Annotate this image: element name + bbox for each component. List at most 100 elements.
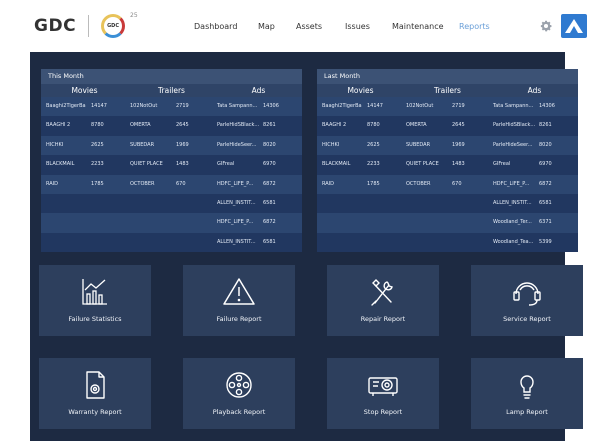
trailer-count-cell: 1483 [452,161,465,168]
trailer-name-cell [404,194,452,213]
trailer-count-cell: 670 [452,180,462,187]
ad-name-cell: GIFreal [493,161,511,168]
movie-count-cell [91,194,128,213]
playback-report-tile[interactable]: Playback Report [183,358,295,429]
table-row: BLACKMAIL 2233 QUIET PLACE 1483 GIFreal 6970 [41,155,302,175]
movie-name-cell [41,213,91,232]
reports-dashboard: This Month Movies Trailers Ads Baaghi2Ti… [30,52,583,441]
lamp-report-tile[interactable]: Lamp Report [471,358,583,429]
gear-icon[interactable] [539,19,553,33]
ad-count-cell: 6581 [539,199,552,206]
table-row: Baaghi2TigerBa 14147 102NotOut 2719 Tata Sam… [41,97,302,117]
trailer-count-cell: 1483 [176,161,189,168]
ad-name-cell: HDFC_LIFE_P... [217,180,254,187]
movie-name-cell [317,213,367,232]
trailer-name-cell: SUBEDAR [130,141,155,148]
projector-icon [368,377,398,396]
ad-name-cell: HDFC_LIFE_P... [217,219,254,226]
movie-count-cell: 2233 [367,161,380,168]
ad-name-cell: ParleHideSeer... [493,141,533,148]
nav-issues[interactable]: Issues [345,22,370,31]
movie-name-cell [41,194,91,213]
column-header-trailers: Trailers [434,86,461,95]
trailer-count-cell [452,194,491,213]
headset-icon [513,282,541,306]
service-report-tile[interactable]: Service Report [471,265,583,336]
nav-dashboard[interactable]: Dashboard [194,22,237,31]
trailer-name-cell [128,213,176,232]
warranty-document-icon [86,371,105,399]
stop-report-tile[interactable]: Stop Report [327,358,439,429]
trailer-name-cell: 102NotOut [130,103,158,109]
table-row: ALLEN_INSTIT... 6581 [317,193,578,214]
failure-report-tile[interactable]: Failure Report [183,265,295,336]
table-row: BAAGHI 2 8780 OMERTA 2645 ParleHidSBlack... 8… [41,116,302,136]
badge-superscript: 25 [130,12,138,19]
ad-count-cell: 6872 [539,180,552,187]
movie-name-cell: RAID [322,180,335,187]
table-row: BAAGHI 2 8780 OMERTA 2645 ParleHidSBlack... 8… [317,116,578,136]
warranty-report-tile[interactable]: Warranty Report [39,358,151,429]
brand-logo-icon[interactable] [561,14,587,38]
trailer-count-cell: 1969 [176,141,189,148]
table-row: BLACKMAIL 2233 QUIET PLACE 1483 GIFreal 6970 [317,155,578,175]
ad-name-cell: Tata Sampann... [493,103,534,109]
trailer-name-cell: QUIET PLACE [406,161,439,168]
ad-count-cell: 6872 [263,180,276,187]
trailer-count-cell [452,213,491,232]
trailer-count-cell [176,194,215,213]
table-row: RAID 1785 OCTOBER 670 HDFC_LIFE_P... 6872 [317,174,578,194]
tile-label: Playback Report [212,408,266,416]
ad-name-cell: Tata Sampann... [217,103,258,109]
panel-title: This Month [41,69,302,84]
ad-name-cell: Woodland_Ter... [493,219,532,226]
movie-name-cell: HICHKI [322,141,340,148]
trailer-count-cell: 2645 [176,122,189,129]
repair-report-tile[interactable]: Repair Report [327,265,439,336]
ad-count-cell: 6371 [539,219,552,226]
tile-label: Warranty Report [68,408,122,416]
ad-name-cell: ParleHidSBlack... [493,122,536,129]
failure-statistics-tile[interactable]: Failure Statistics [39,265,151,336]
movie-count-cell: 14147 [91,103,107,109]
tile-label: Failure Report [216,315,262,323]
panel-title: Last Month [317,69,578,84]
movie-name-cell: BAAGHI 2 [46,122,71,129]
ad-count-cell: 14306 [263,103,279,109]
trailer-count-cell: 670 [176,180,186,187]
ad-count-cell: 6970 [263,161,276,168]
nav-map[interactable]: Map [258,22,275,31]
trailer-count-cell: 2719 [452,103,465,109]
movie-count-cell [367,194,404,213]
movie-count-cell: 14147 [367,103,383,109]
table-row: Baaghi2TigerBa 14147 102NotOut 2719 Tata Sam… [317,97,578,117]
trailer-name-cell: OCTOBER [130,180,155,187]
movie-count-cell [367,233,404,252]
table-row: ALLEN_INSTIT... 6581 [41,232,302,253]
ad-name-cell: ParleHidSBlack... [217,122,260,129]
ad-count-cell: 6581 [263,199,276,206]
movie-name-cell: BLACKMAIL [322,161,351,168]
table-row: HICHKI 2625 SUBEDAR 1969 ParleHideSeer... 802… [41,135,302,156]
trailer-count-cell [176,233,215,252]
trailer-count-cell [452,233,491,252]
ad-count-cell: 8020 [539,141,552,148]
column-header-ads: Ads [251,86,266,95]
movie-count-cell: 8780 [367,122,380,129]
nav-maintenance[interactable]: Maintenance [392,22,444,31]
column-header-trailers: Trailers [158,86,185,95]
tools-icon [371,279,393,306]
nav-reports[interactable]: Reports [459,22,490,31]
column-header-movies: Movies [71,86,98,95]
nav-assets[interactable]: Assets [296,22,322,31]
tile-label: Failure Statistics [68,315,122,323]
trailer-name-cell: SUBEDAR [406,141,431,148]
movie-name-cell: BAAGHI 2 [322,122,347,129]
ad-name-cell: Woodland_Tea... [493,238,534,245]
ad-count-cell: 6872 [263,219,276,226]
movie-count-cell: 8780 [91,122,104,129]
trailer-name-cell [404,213,452,232]
movie-name-cell: BLACKMAIL [46,161,75,168]
movie-name-cell [317,194,367,213]
table-row: RAID 1785 OCTOBER 670 HDFC_LIFE_P... 6872 [41,174,302,194]
